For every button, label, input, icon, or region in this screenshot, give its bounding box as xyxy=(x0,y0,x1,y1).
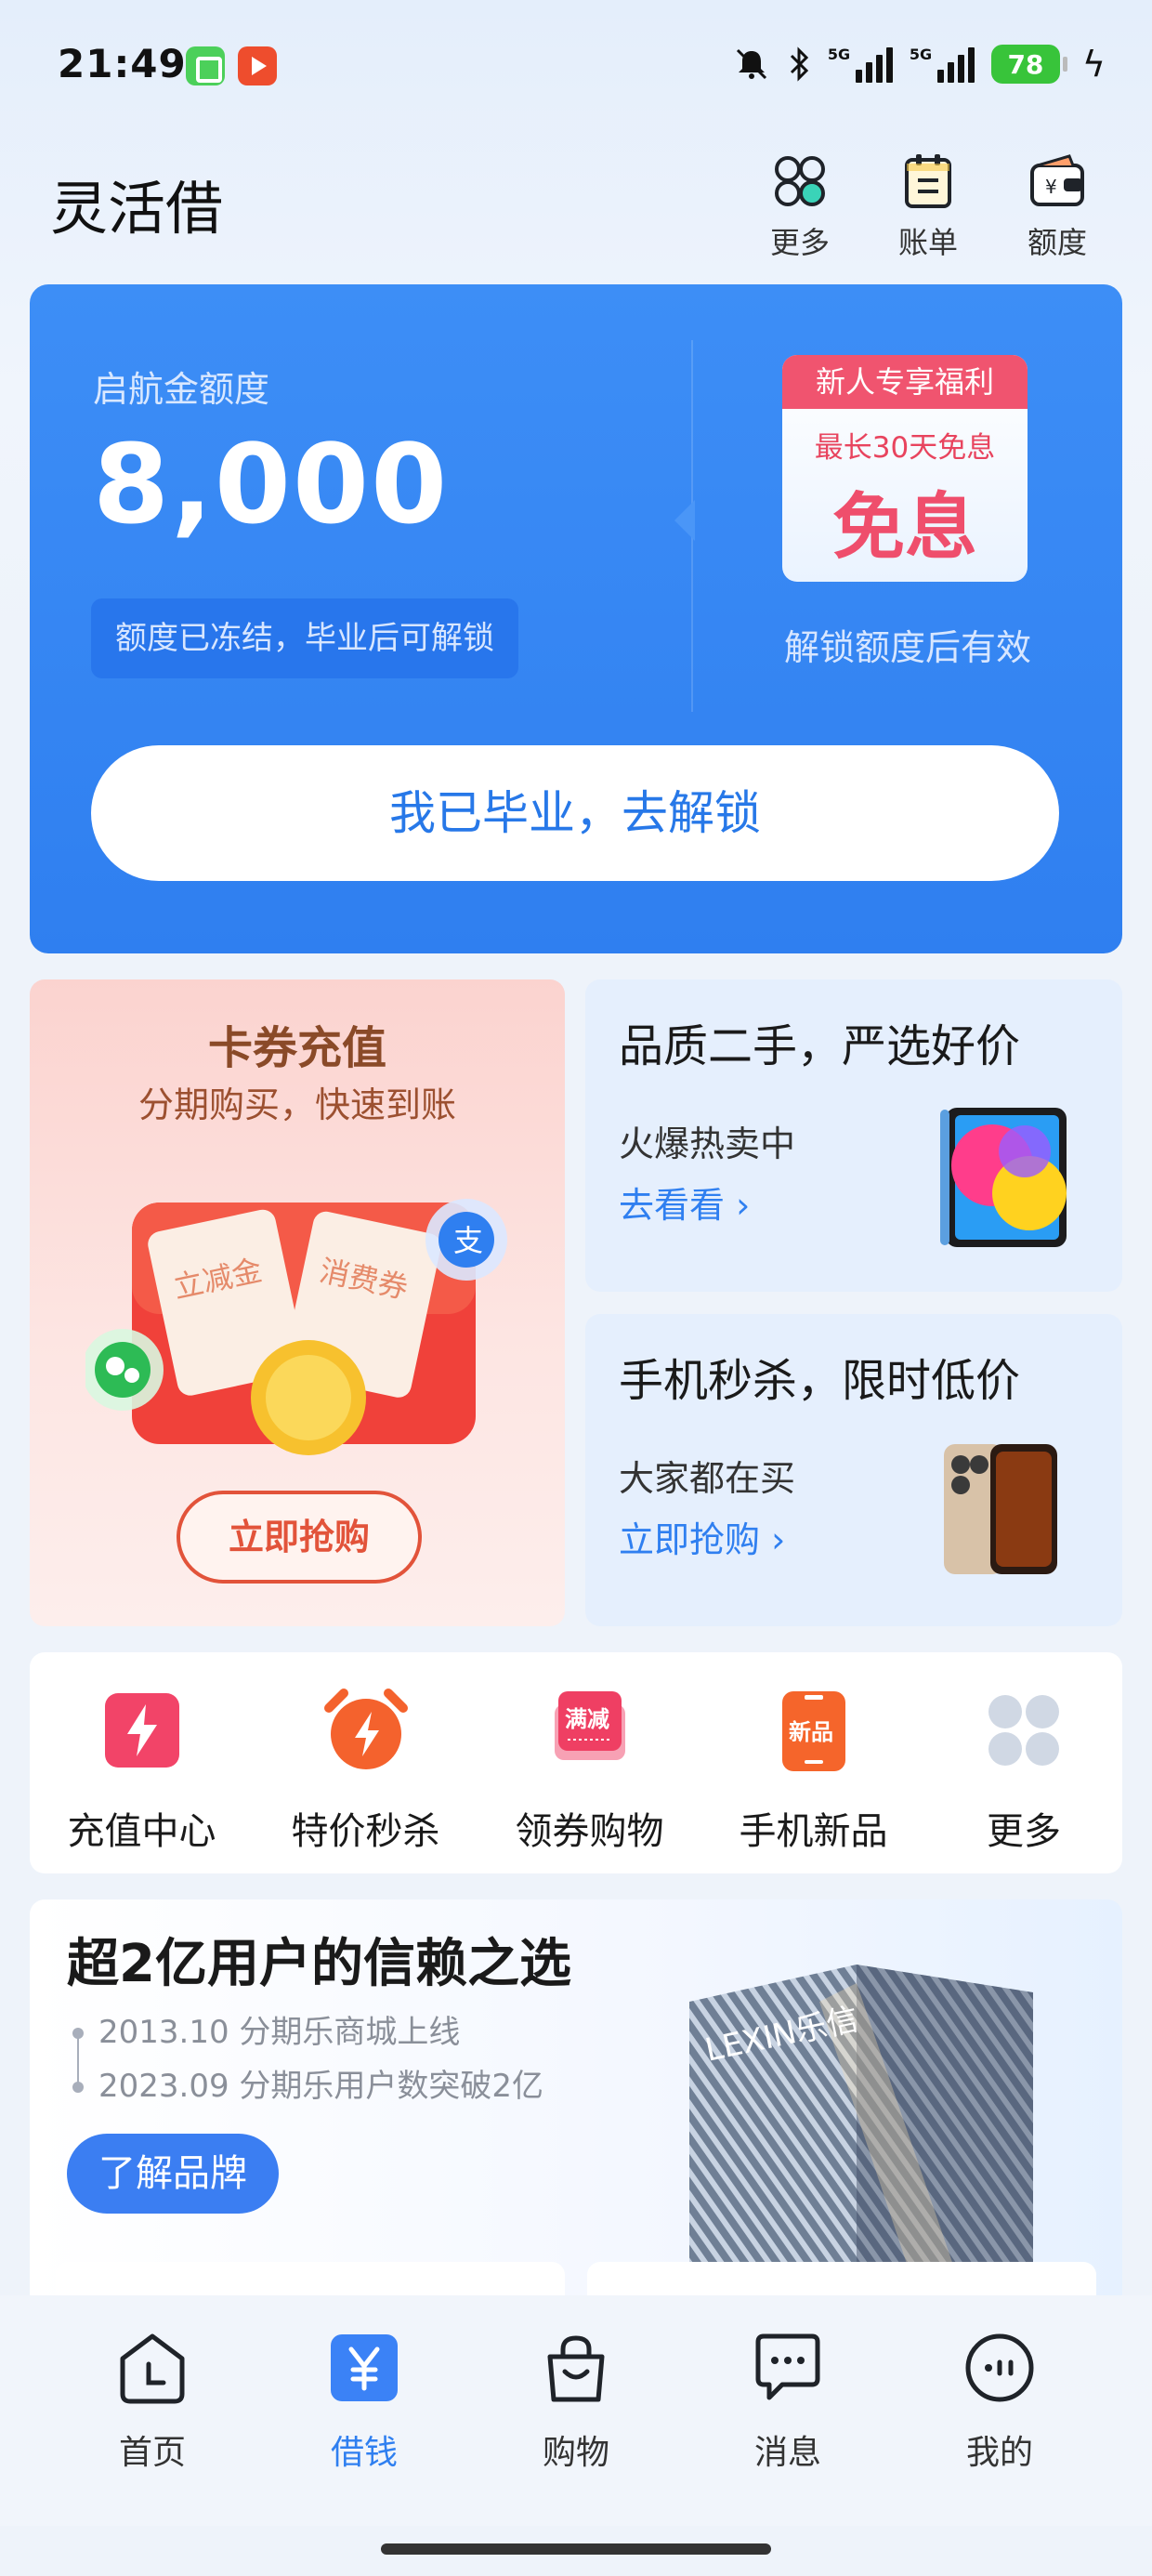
secondhand-link[interactable]: 去看看 › xyxy=(619,1176,750,1228)
signal-1-icon: 5G xyxy=(828,46,893,83)
video-app-notification-icon xyxy=(238,46,277,85)
promo-head: 新人专享福利 xyxy=(782,355,1028,409)
flash-sale-subtitle: 大家都在买 xyxy=(619,1458,796,1499)
credit-limit-card: 启航金额度 8,000 额度已冻结，毕业后可解锁 新人专享福利 最长30天免息 … xyxy=(30,284,1122,953)
secondhand-subtitle: 火爆热卖中 xyxy=(619,1124,796,1164)
timeline-item: 2013.10 分期乐商城上线 xyxy=(67,2005,543,2059)
nav-label: 借钱 xyxy=(330,2434,398,2472)
lightning-icon xyxy=(104,1693,179,1768)
profile-dots-icon xyxy=(965,2333,1034,2402)
phone-flash-sale-card[interactable]: 手机秒杀，限时低价 大家都在买 立即抢购 › xyxy=(585,1314,1122,1626)
smartphone-icon xyxy=(944,1444,1057,1574)
wallet-icon: ¥ xyxy=(1030,154,1084,206)
status-bar: 21:49 5G 5G 78 ϟ xyxy=(0,0,1152,139)
brand-card[interactable]: 超2亿用户的信赖之选 2013.10 分期乐商城上线 2023.09 分期乐用户… xyxy=(30,1899,1122,2308)
nav-messages[interactable]: 消息 xyxy=(704,2295,871,2526)
bluetooth-icon xyxy=(790,46,809,82)
quick-action-topup-center[interactable]: 充值中心 xyxy=(30,1652,254,1873)
bill-icon xyxy=(905,154,951,208)
svg-text:支: 支 xyxy=(453,1223,483,1258)
quick-action-label: 特价秒杀 xyxy=(291,1810,440,1853)
secondhand-card[interactable]: 品质二手，严选好价 火爆热卖中 去看看 › xyxy=(585,979,1122,1292)
quick-action-label: 领券购物 xyxy=(515,1810,664,1853)
credit-label: 启航金额度 xyxy=(93,369,270,410)
gesture-bar[interactable] xyxy=(381,2543,771,2555)
quick-action-label: 手机新品 xyxy=(739,1810,888,1853)
message-icon xyxy=(755,2333,820,2400)
coupon-icon: 满减 xyxy=(554,1691,625,1760)
nav-profile[interactable]: 我的 xyxy=(916,2295,1083,2526)
alarm-clock-icon xyxy=(323,1689,408,1769)
quick-action-more[interactable]: 更多 xyxy=(925,1652,1122,1873)
signal-2-icon: 5G xyxy=(910,46,975,83)
yuan-icon xyxy=(331,2334,398,2401)
divider-notch-icon xyxy=(674,500,695,541)
nav-borrow[interactable]: 借钱 xyxy=(281,2295,448,2526)
header-credit-button[interactable]: ¥ 额度 xyxy=(1015,151,1099,262)
chevron-right-icon: › xyxy=(771,1519,786,1560)
topup-subtitle: 分期购买，快速到账 xyxy=(137,1084,456,1125)
header-bill-button[interactable]: 账单 xyxy=(886,151,970,262)
charging-icon: ϟ xyxy=(1081,44,1106,85)
nav-label: 首页 xyxy=(118,2434,186,2472)
nav-shopping[interactable]: 购物 xyxy=(492,2295,660,2526)
shopping-bag-icon xyxy=(547,2335,605,2402)
clock-home-icon xyxy=(120,2333,185,2404)
bottom-navigation: 首页 借钱 购物 消息 我的 xyxy=(0,2295,1152,2526)
quick-action-label: 充值中心 xyxy=(67,1810,216,1853)
grid-icon xyxy=(988,1695,1059,1766)
flash-sale-link-label: 立即抢购 xyxy=(619,1519,761,1560)
nav-home[interactable]: 首页 xyxy=(69,2295,236,2526)
header-more-label: 更多 xyxy=(769,225,830,260)
brand-title: 超2亿用户的信赖之选 xyxy=(67,1934,571,1994)
secondhand-link-label: 去看看 xyxy=(619,1185,726,1226)
app-notification-icon xyxy=(186,46,225,85)
nav-label: 购物 xyxy=(542,2434,609,2472)
mute-bell-icon xyxy=(736,48,766,80)
phone-badge: 新品 xyxy=(789,1719,833,1745)
nav-label: 我的 xyxy=(965,2434,1033,2472)
topup-card[interactable]: 卡券充值 分期购买，快速到账 立减金 消费券 支 立即抢购 xyxy=(30,979,565,1626)
interest-free-badge: 新人专享福利 最长30天免息 免息 xyxy=(782,355,1028,582)
status-indicators: 5G 5G 78 ϟ xyxy=(733,41,1106,87)
building-image: LEXIN乐信 xyxy=(689,1965,1033,2308)
nav-label: 消息 xyxy=(753,2434,821,2472)
more-circles-icon xyxy=(775,156,825,206)
quick-action-flash-sale[interactable]: 特价秒杀 xyxy=(254,1652,478,1873)
quick-action-coupon-shopping[interactable]: 满减 领券购物 xyxy=(478,1652,701,1873)
header-credit-label: 额度 xyxy=(1027,225,1087,260)
page-title: 灵活借 xyxy=(50,175,224,243)
promo-big: 免息 xyxy=(831,486,977,570)
frozen-notice: 额度已冻结，毕业后可解锁 xyxy=(91,598,518,678)
flash-sale-title: 手机秒杀，限时低价 xyxy=(619,1355,1021,1407)
tablet-icon xyxy=(940,1108,1067,1247)
topup-title: 卡券充值 xyxy=(207,1022,386,1074)
promo-note: 解锁额度后有效 xyxy=(783,627,1031,668)
page-header: 灵活借 更多 账单 ¥ 额度 xyxy=(0,139,1152,269)
credit-amount: 8,000 xyxy=(93,420,450,548)
red-envelope-coupons-icon: 立减金 消费券 支 xyxy=(85,1199,507,1455)
topup-buy-button[interactable]: 立即抢购 xyxy=(177,1491,422,1584)
promo-sub: 最长30天免息 xyxy=(814,431,996,465)
timeline-item: 2023.09 分期乐用户数突破2亿 xyxy=(67,2059,543,2113)
header-more-button[interactable]: 更多 xyxy=(758,151,842,262)
status-time: 21:49 xyxy=(58,41,187,86)
flash-sale-link[interactable]: 立即抢购 › xyxy=(619,1511,785,1562)
quick-actions: 充值中心 特价秒杀 满减 领券购物 新品 手机新品 更多 xyxy=(30,1652,1122,1873)
unlock-button[interactable]: 我已毕业，去解锁 xyxy=(91,745,1059,881)
header-bill-label: 账单 xyxy=(897,225,958,260)
phone-icon: 新品 xyxy=(781,1691,845,1771)
chevron-right-icon: › xyxy=(736,1185,751,1226)
svg-text:¥: ¥ xyxy=(1045,176,1057,198)
quick-action-label: 更多 xyxy=(987,1810,1061,1853)
coupon-badge: 满减 xyxy=(565,1706,609,1732)
battery-indicator: 78 xyxy=(990,45,1067,84)
secondhand-title: 品质二手，严选好价 xyxy=(619,1020,1021,1072)
brand-timeline: 2013.10 分期乐商城上线 2023.09 分期乐用户数突破2亿 xyxy=(67,2005,543,2113)
quick-action-new-phones[interactable]: 新品 手机新品 xyxy=(701,1652,925,1873)
learn-brand-button[interactable]: 了解品牌 xyxy=(67,2134,279,2214)
